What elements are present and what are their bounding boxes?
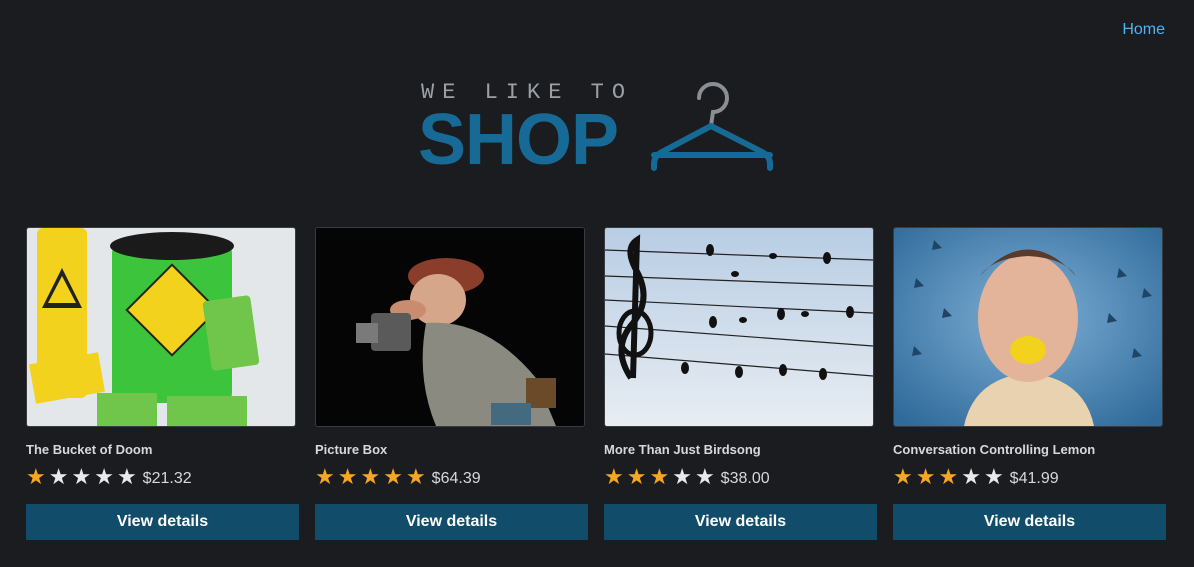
star-filled-icon: ★	[893, 464, 913, 489]
page: Home WE LIKE TO SHOP The Bucket of Doom …	[0, 0, 1194, 567]
product-price: $41.99	[1009, 470, 1059, 487]
view-details-button[interactable]: View details	[604, 504, 877, 540]
product-name: Picture Box	[315, 442, 388, 457]
product-price: $21.32	[142, 470, 192, 487]
star-rating: ★ ★ ★ ★ ★	[604, 466, 715, 488]
star-empty-icon: ★	[71, 464, 92, 489]
product-price: $64.39	[431, 470, 481, 487]
product-card: Picture Box ★ ★ ★ ★ ★ $64.39 View detail…	[315, 227, 588, 540]
star-rating: ★ ★ ★ ★ ★	[26, 466, 137, 488]
product-card: More Than Just Birdsong ★ ★ ★ ★ ★ $38.00…	[604, 227, 877, 540]
hanger-icon	[651, 82, 773, 171]
star-empty-icon: ★	[48, 464, 69, 489]
star-filled-icon: ★	[938, 464, 959, 489]
star-filled-icon: ★	[405, 464, 426, 489]
star-rating: ★ ★ ★ ★ ★	[315, 466, 426, 488]
star-filled-icon: ★	[604, 464, 624, 489]
product-image-picture-box[interactable]	[315, 227, 585, 427]
product-rating-row: ★ ★ ★ ★ ★ $64.39	[315, 464, 588, 490]
product-name: More Than Just Birdsong	[604, 442, 761, 457]
product-image-birdsong[interactable]	[604, 227, 874, 427]
star-empty-icon: ★	[961, 464, 981, 489]
star-filled-icon: ★	[626, 464, 647, 489]
star-filled-icon: ★	[383, 464, 403, 489]
logo-wordmark: SHOP	[418, 100, 619, 180]
star-empty-icon: ★	[672, 464, 692, 489]
product-price: $38.00	[720, 470, 770, 487]
star-empty-icon: ★	[983, 464, 1004, 489]
star-rating: ★ ★ ★ ★ ★	[893, 466, 1004, 488]
product-name: Conversation Controlling Lemon	[893, 442, 1096, 457]
star-filled-icon: ★	[337, 464, 358, 489]
star-filled-icon: ★	[649, 464, 670, 489]
view-details-button[interactable]: View details	[26, 504, 299, 540]
product-card: Conversation Controlling Lemon ★ ★ ★ ★ ★…	[893, 227, 1166, 540]
product-image-bucket-of-doom[interactable]	[26, 227, 296, 427]
nav-home-link[interactable]: Home	[1122, 21, 1165, 39]
star-filled-icon: ★	[360, 464, 381, 489]
product-image-lemon[interactable]	[893, 227, 1163, 427]
star-empty-icon: ★	[694, 464, 715, 489]
view-details-button[interactable]: View details	[315, 504, 588, 540]
site-logo[interactable]: WE LIKE TO SHOP	[418, 80, 778, 180]
star-filled-icon: ★	[26, 464, 46, 489]
product-rating-row: ★ ★ ★ ★ ★ $38.00	[604, 464, 877, 490]
product-name: The Bucket of Doom	[26, 442, 153, 457]
star-empty-icon: ★	[94, 464, 114, 489]
star-filled-icon: ★	[915, 464, 936, 489]
star-filled-icon: ★	[315, 464, 335, 489]
view-details-button[interactable]: View details	[893, 504, 1166, 540]
product-rating-row: ★ ★ ★ ★ ★ $41.99	[893, 464, 1166, 490]
product-rating-row: ★ ★ ★ ★ ★ $21.32	[26, 464, 299, 490]
star-empty-icon: ★	[116, 464, 137, 489]
product-card: The Bucket of Doom ★ ★ ★ ★ ★ $21.32 View…	[26, 227, 299, 540]
product-grid: The Bucket of Doom ★ ★ ★ ★ ★ $21.32 View…	[26, 227, 1166, 540]
